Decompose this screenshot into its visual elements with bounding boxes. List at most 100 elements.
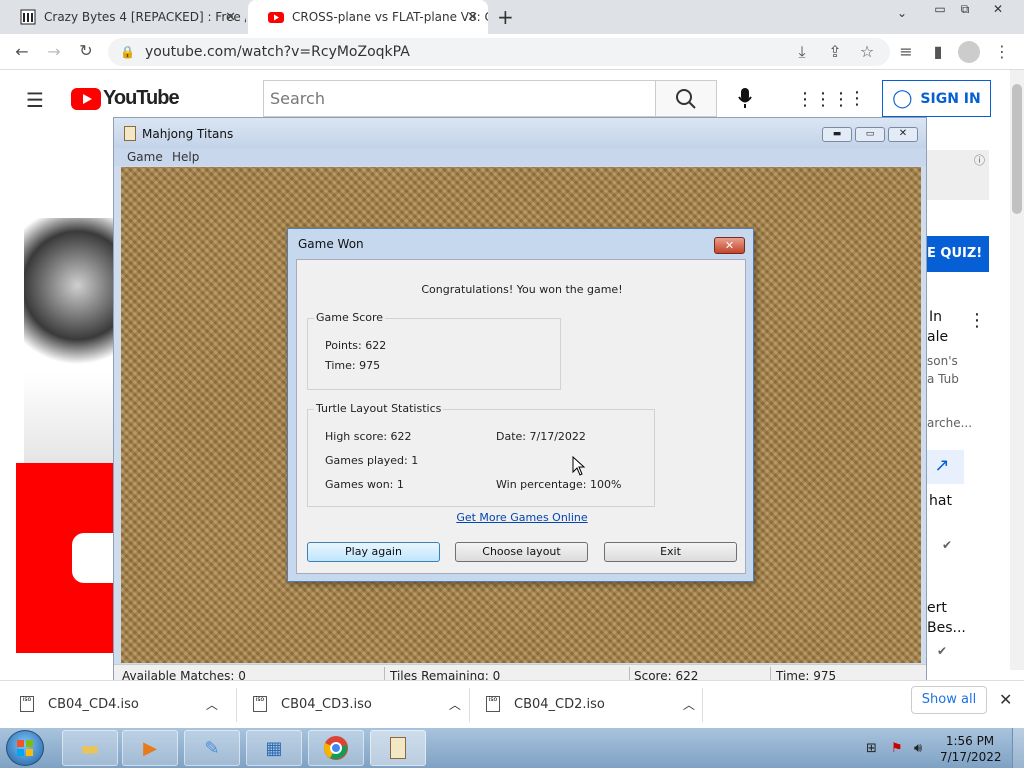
volume-icon[interactable]: 🔊︎ — [914, 741, 922, 756]
window-titlebar[interactable]: Mahjong Titans ▬ ▭ ✕ — [114, 118, 926, 148]
maximize-button[interactable]: ▭ — [855, 127, 885, 142]
games-won: Games won: 1 — [325, 478, 404, 491]
engine-image — [24, 218, 113, 368]
dialog-title: Game Won — [298, 237, 364, 251]
play-logo-icon — [72, 533, 113, 583]
game-score-group: Game Score Points: 622 Time: 975 — [307, 311, 561, 390]
reload-icon[interactable]: ↻ — [76, 41, 96, 60]
account-icon: ◯ — [892, 88, 913, 109]
iso-file-icon: iso — [253, 696, 267, 712]
sidebar-video-title[interactable]: Bes... — [927, 620, 966, 636]
layout-statistics-group: Turtle Layout Statistics High score: 622… — [307, 402, 655, 507]
chrome-icon — [324, 736, 348, 760]
tab-title: CROSS-plane vs FLAT-plane V8: C — [292, 10, 488, 24]
win-percentage: Win percentage: 100% — [496, 478, 622, 491]
action-center-icon[interactable]: ⚑ — [891, 741, 903, 756]
sidebar-meta: arche... — [927, 416, 973, 430]
show-desktop-button[interactable] — [1012, 728, 1024, 768]
minimize-button[interactable]: ▬ — [822, 127, 852, 142]
mahjong-app-icon — [124, 126, 136, 141]
sidebar-video-title[interactable]: ale — [927, 329, 948, 345]
start-button[interactable] — [6, 730, 44, 766]
chevron-up-icon[interactable]: ︿ — [683, 696, 695, 713]
menu-game[interactable]: Game — [127, 150, 163, 164]
page-scrollbar[interactable] — [1010, 70, 1024, 670]
verified-icon: ✔ — [942, 538, 953, 552]
paint-icon: ✎ — [204, 737, 220, 759]
folder-icon: ▬ — [80, 736, 100, 760]
side-panel-icon[interactable]: ▮ — [928, 42, 948, 61]
search-input[interactable]: Search — [263, 80, 655, 117]
info-icon[interactable]: ⓘ — [974, 152, 985, 168]
install-icon[interactable]: ⤓ — [792, 42, 812, 62]
settings-menu-icon[interactable]: ⋮ — [848, 88, 866, 109]
tab-crazy-bytes[interactable]: Crazy Bytes 4 [REPACKED] : Free / ✕ — [0, 0, 246, 34]
menu-help[interactable]: Help — [172, 150, 199, 164]
download-item[interactable]: iso CB04_CD2.iso ︿ — [486, 693, 695, 715]
sidebar-video-title[interactable]: hat — [929, 493, 952, 509]
youtube-logo[interactable]: YouTube — [71, 87, 180, 110]
profile-avatar[interactable] — [958, 41, 980, 63]
video-player[interactable] — [0, 128, 113, 668]
control-panel-taskbar-button[interactable]: ▦ — [246, 730, 302, 766]
show-all-button[interactable]: Show all — [911, 686, 987, 714]
get-more-games-link[interactable]: Get More Games Online — [456, 511, 587, 524]
congrats-message: Congratulations! You won the game! — [421, 283, 623, 296]
media-player-taskbar-button[interactable]: ▶ — [122, 730, 178, 766]
sidebar-video-title[interactable]: ert — [927, 600, 947, 616]
mahjong-tile-icon — [390, 737, 406, 759]
sidebar-channel: a Tub — [927, 372, 959, 386]
media-control-icon[interactable]: ≡ — [896, 42, 916, 61]
download-item[interactable]: iso CB04_CD3.iso ︿ — [253, 693, 461, 715]
close-icon[interactable]: ✕ — [714, 237, 745, 254]
minimize-button[interactable]: ▭ — [928, 0, 952, 20]
chrome-taskbar-button[interactable] — [308, 730, 364, 766]
close-window-button[interactable]: ✕ — [986, 0, 1010, 20]
video-overlay-red — [16, 463, 113, 653]
browser-menu-icon[interactable]: ⋮ — [992, 42, 1012, 61]
sidebar-video-title[interactable]: In — [929, 309, 942, 325]
paint-taskbar-button[interactable]: ✎ — [184, 730, 240, 766]
choose-layout-button[interactable]: Choose layout — [455, 542, 588, 562]
tab-search-icon[interactable]: ⌄ — [897, 6, 907, 20]
chevron-up-icon[interactable]: ︿ — [206, 696, 218, 713]
tab-title: Crazy Bytes 4 [REPACKED] : Free / — [44, 10, 246, 24]
scroll-thumb[interactable] — [1012, 84, 1022, 214]
explorer-taskbar-button[interactable]: ▬ — [62, 730, 118, 766]
verified-icon: ✔ — [937, 644, 948, 658]
close-tab-icon[interactable]: ✕ — [467, 10, 478, 25]
network-icon[interactable]: ⊞ — [866, 741, 877, 756]
menu-bar: Game Help — [114, 148, 926, 166]
more-options-icon[interactable]: ⋮ — [968, 310, 986, 331]
forward-icon[interactable]: → — [44, 42, 64, 61]
games-played: Games played: 1 — [325, 454, 419, 467]
windows-logo-icon — [17, 740, 33, 756]
back-icon[interactable]: ← — [12, 42, 32, 61]
play-again-button[interactable]: Play again — [307, 542, 440, 562]
close-shelf-icon[interactable]: ✕ — [999, 690, 1012, 709]
sidebar-channel: son's — [927, 354, 958, 368]
game-won-dialog: Game Won ✕ Congratulations! You won the … — [287, 228, 754, 582]
close-button[interactable]: ✕ — [888, 127, 918, 142]
close-tab-icon[interactable]: ✕ — [225, 10, 236, 25]
address-bar[interactable]: 🔒 youtube.com/watch?v=RcyMoZoqkPA — [108, 38, 890, 66]
group-title: Turtle Layout Statistics — [314, 402, 444, 415]
sign-in-button[interactable]: ◯ SIGN IN — [882, 80, 991, 117]
quiz-button[interactable]: E QUIZ! — [927, 236, 989, 272]
apps-grid-icon[interactable]: ⋮⋮⋮ — [796, 89, 850, 110]
system-clock[interactable]: 1:56 PM 7/17/2022 — [940, 733, 1002, 765]
search-button[interactable] — [655, 80, 717, 117]
tab-youtube[interactable]: CROSS-plane vs FLAT-plane V8: C ✕ — [248, 0, 488, 34]
chevron-up-icon[interactable]: ︿ — [449, 696, 461, 713]
share-icon[interactable]: ⇪ — [825, 42, 845, 61]
bookmark-star-icon[interactable]: ☆ — [857, 42, 877, 61]
hamburger-menu-icon[interactable]: ☰ — [26, 88, 44, 112]
new-tab-button[interactable]: + — [497, 5, 514, 29]
microphone-icon[interactable] — [737, 86, 753, 113]
restore-button[interactable]: ⧉ — [953, 0, 977, 20]
exit-button[interactable]: Exit — [604, 542, 737, 562]
lock-icon: 🔒 — [120, 45, 135, 59]
mahjong-taskbar-button[interactable] — [370, 730, 426, 766]
download-item[interactable]: iso CB04_CD4.iso ︿ — [20, 693, 218, 715]
time-value: Time: 975 — [325, 359, 381, 372]
